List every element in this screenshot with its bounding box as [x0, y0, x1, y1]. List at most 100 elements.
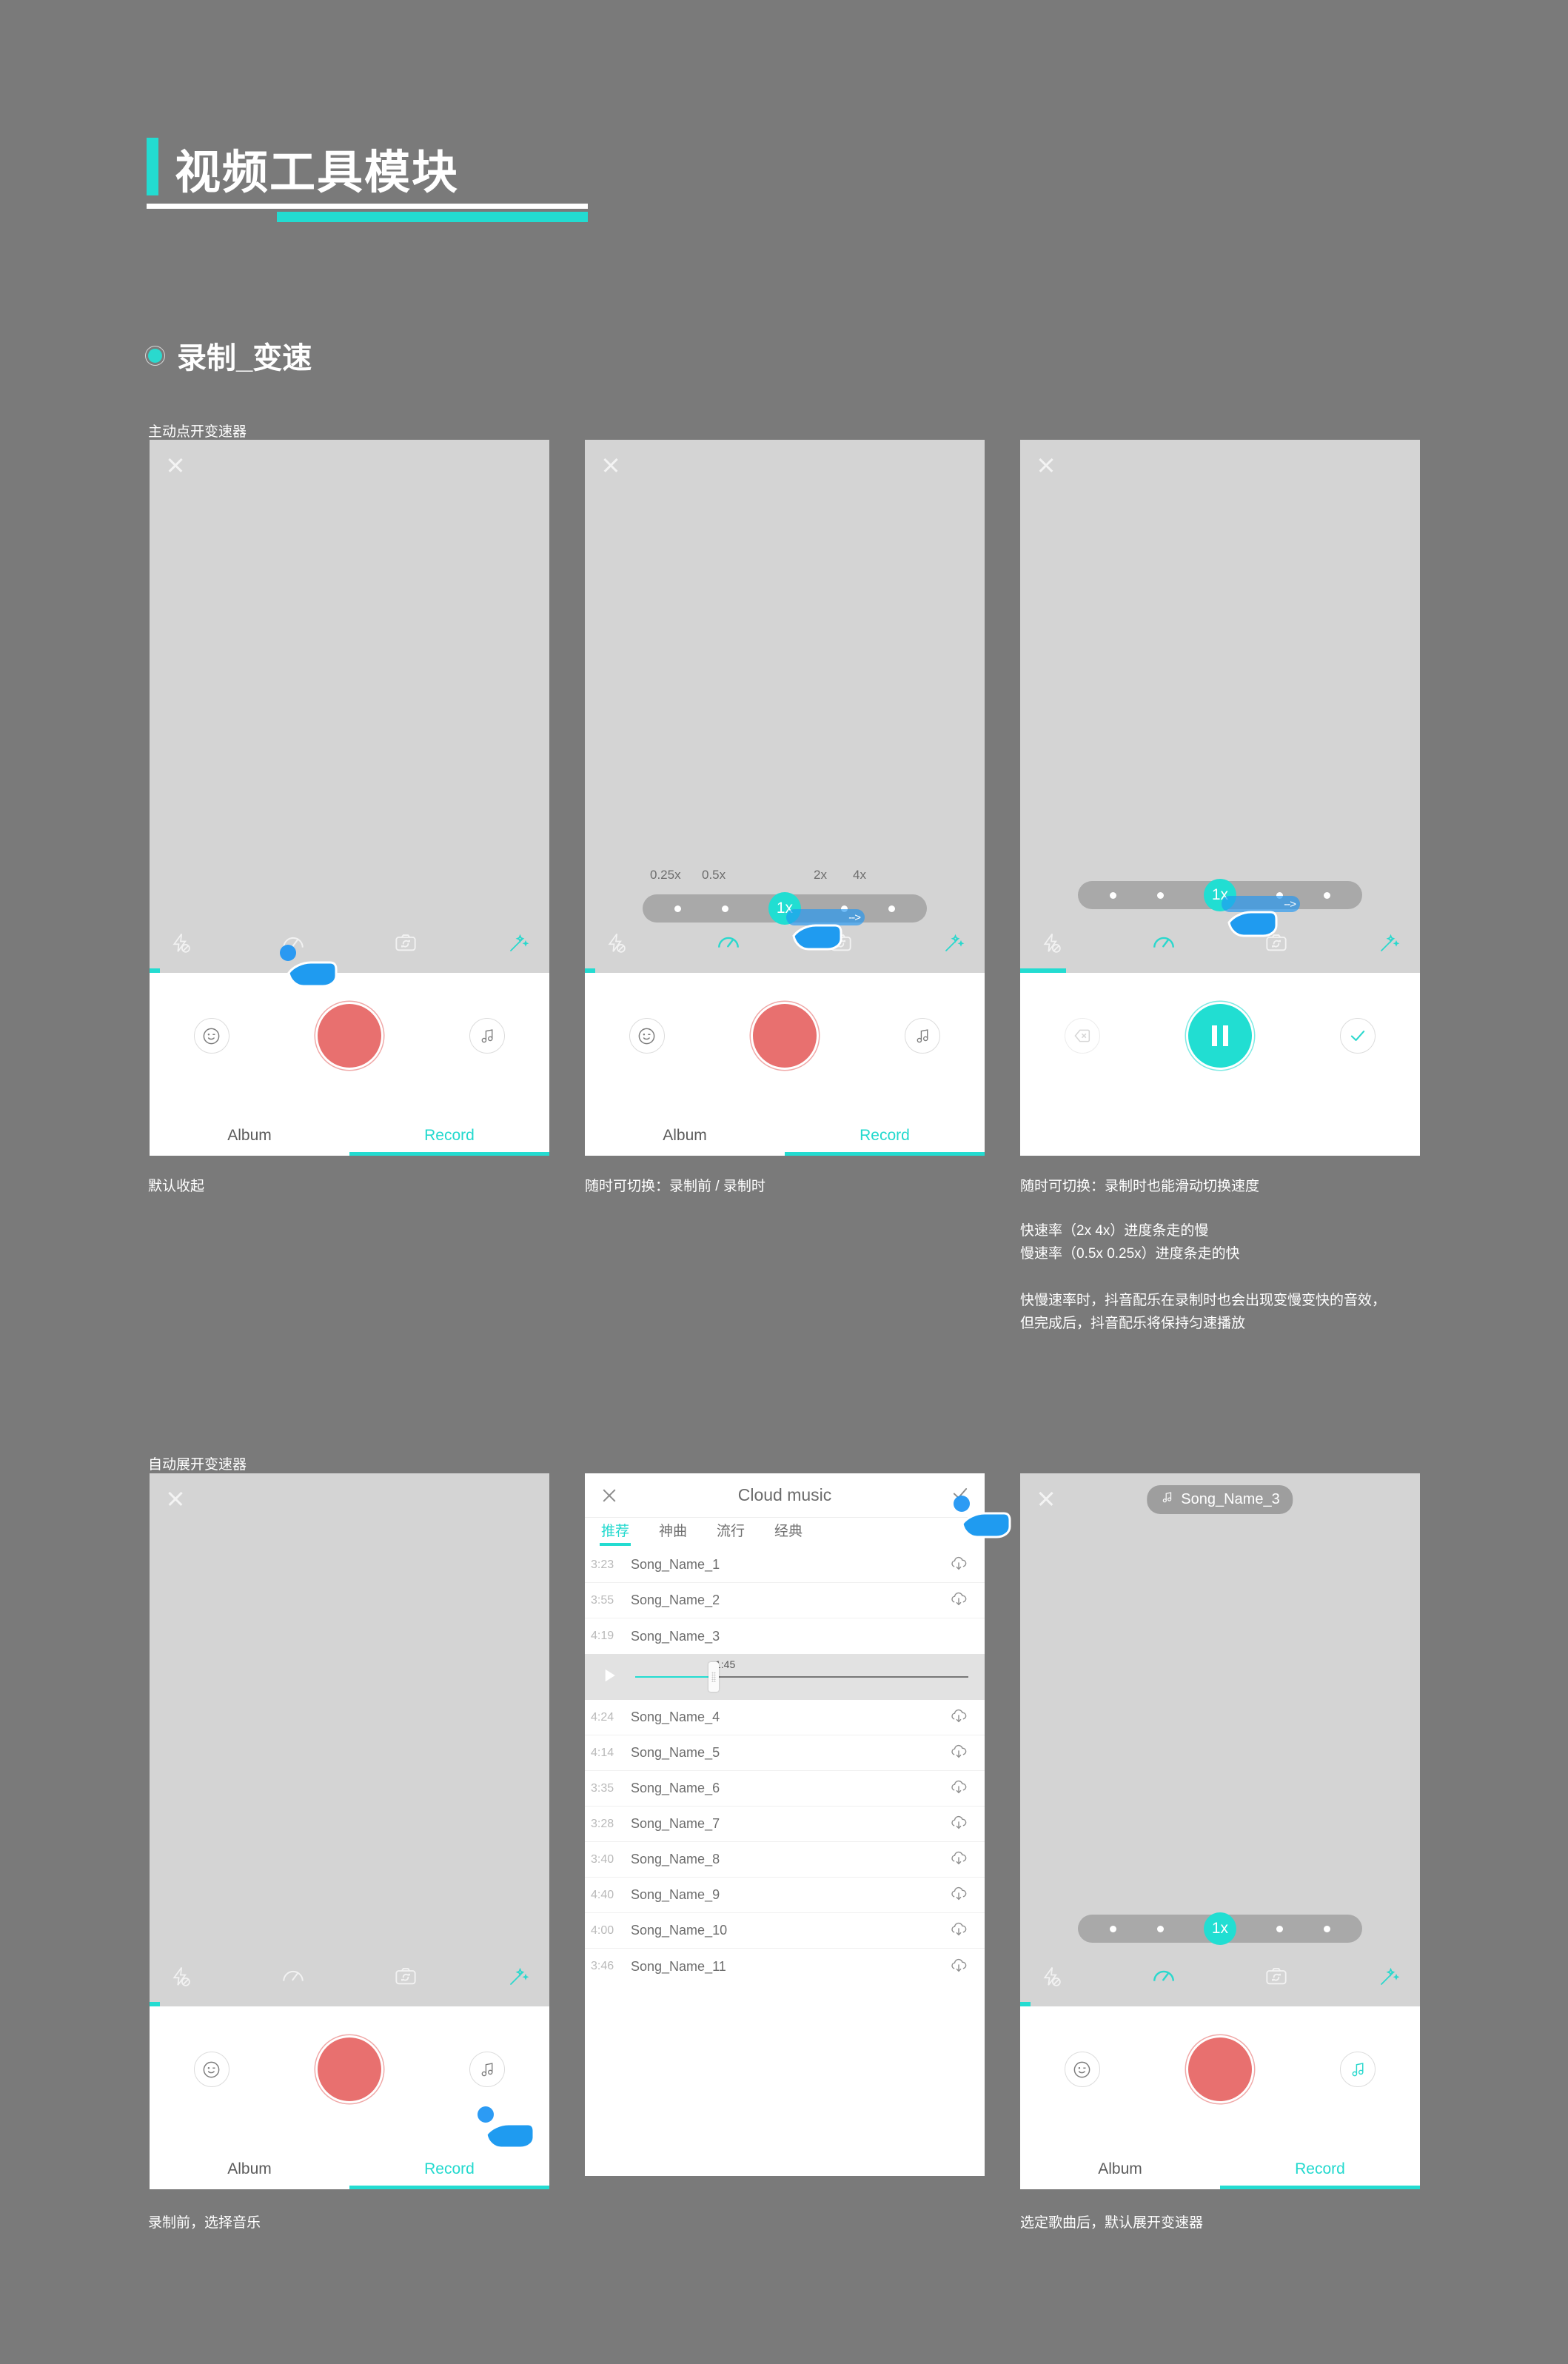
speed-dot-05x[interactable]: [721, 905, 728, 912]
speed-icon[interactable]: [714, 928, 743, 958]
speed-knob-current[interactable]: 1x: [1203, 879, 1236, 911]
sticker-button[interactable]: [193, 2052, 229, 2087]
close-icon[interactable]: [167, 456, 184, 474]
flash-off-icon[interactable]: [166, 1962, 195, 1992]
speed-dot-025x[interactable]: [674, 905, 682, 912]
speed-dot-4x[interactable]: [1323, 891, 1330, 899]
close-icon[interactable]: [602, 456, 620, 474]
speed-icon[interactable]: [1149, 928, 1179, 958]
list-item[interactable]: 4:00 Song_Name_10: [585, 1913, 985, 1949]
download-icon[interactable]: [949, 1706, 968, 1729]
magic-wand-icon[interactable]: [939, 928, 968, 958]
speed-selector-3[interactable]: 1x: [1078, 879, 1362, 911]
speed-icon[interactable]: [278, 928, 308, 958]
list-item[interactable]: 3:28 Song_Name_7: [585, 1807, 985, 1842]
speed-dot-4x[interactable]: [1323, 1925, 1330, 1932]
speed-icon[interactable]: [278, 1962, 308, 1992]
magic-wand-icon[interactable]: [503, 1962, 533, 1992]
caption-r2c1: 录制前，选择音乐: [148, 2215, 261, 2231]
list-item[interactable]: 3:35 Song_Name_6: [585, 1771, 985, 1807]
download-icon[interactable]: [949, 1848, 968, 1871]
download-icon[interactable]: [949, 1812, 968, 1835]
confirm-button[interactable]: [1340, 1018, 1376, 1054]
song-duration: 4:24: [591, 1710, 614, 1724]
tab-record[interactable]: Record: [349, 2149, 549, 2189]
list-item[interactable]: 3:55 Song_Name_2: [585, 1583, 985, 1618]
tab-album[interactable]: Album: [585, 1116, 785, 1156]
download-icon[interactable]: [949, 1589, 968, 1612]
tab-record[interactable]: Record: [1220, 2149, 1420, 2189]
speed-icon[interactable]: [1149, 1962, 1179, 1992]
close-icon[interactable]: [167, 1490, 184, 1507]
tab-album[interactable]: Album: [150, 2149, 349, 2189]
tab-recommended[interactable]: 推荐: [599, 1520, 631, 1546]
confirm-icon[interactable]: [951, 1484, 970, 1507]
camera-flip-icon[interactable]: [826, 928, 856, 958]
player-progress-knob[interactable]: [708, 1662, 719, 1692]
tab-pop[interactable]: 流行: [717, 1520, 745, 1546]
selected-song-badge[interactable]: Song_Name_3: [1147, 1485, 1293, 1514]
record-button[interactable]: [317, 2037, 381, 2101]
list-item[interactable]: 3:23 Song_Name_1: [585, 1547, 985, 1583]
flash-off-icon[interactable]: [166, 928, 195, 958]
record-button[interactable]: [752, 1004, 817, 1068]
download-icon[interactable]: [949, 1741, 968, 1764]
play-icon[interactable]: [601, 1667, 617, 1687]
list-item[interactable]: 4:24 Song_Name_4: [585, 1700, 985, 1735]
flash-off-icon[interactable]: [1036, 928, 1066, 958]
delete-clip-button[interactable]: [1064, 1018, 1100, 1054]
speed-dot-2x[interactable]: [1276, 891, 1284, 899]
pause-button[interactable]: [1187, 1004, 1252, 1068]
close-icon[interactable]: [601, 1487, 617, 1504]
close-icon[interactable]: [1037, 1490, 1055, 1507]
caption-r1c3-line1: 随时可切换：录制时也能滑动切换速度: [1020, 1179, 1260, 1194]
music-button[interactable]: [1340, 2052, 1376, 2087]
tab-album[interactable]: Album: [150, 1116, 349, 1156]
speed-knob-current[interactable]: 1x: [768, 892, 801, 925]
list-item[interactable]: 4:14 Song_Name_5: [585, 1735, 985, 1771]
magic-wand-icon[interactable]: [503, 928, 533, 958]
speed-dot-4x[interactable]: [888, 905, 895, 912]
speed-dot-025x[interactable]: [1110, 891, 1117, 899]
speed-dot-2x[interactable]: [841, 905, 848, 912]
player-progress-track[interactable]: [635, 1662, 968, 1692]
speed-dot-05x[interactable]: [1156, 891, 1164, 899]
record-button[interactable]: [317, 1004, 381, 1068]
close-icon[interactable]: [1037, 456, 1055, 474]
download-icon[interactable]: [949, 1919, 968, 1942]
music-button[interactable]: [469, 2052, 506, 2087]
tab-record[interactable]: Record: [785, 1116, 985, 1156]
speed-dot-025x[interactable]: [1110, 1925, 1117, 1932]
speed-selector-6[interactable]: 1x: [1078, 1912, 1362, 1945]
tab-divine[interactable]: 神曲: [659, 1520, 687, 1546]
download-icon[interactable]: [949, 1955, 968, 1978]
tab-classic[interactable]: 经典: [774, 1520, 803, 1546]
speed-dot-2x[interactable]: [1276, 1925, 1284, 1932]
camera-flip-icon[interactable]: [1262, 1962, 1291, 1992]
download-icon[interactable]: [949, 1553, 968, 1576]
music-button[interactable]: [905, 1018, 941, 1054]
magic-wand-icon[interactable]: [1374, 928, 1404, 958]
flash-off-icon[interactable]: [601, 928, 631, 958]
tab-album[interactable]: Album: [1020, 2149, 1220, 2189]
camera-flip-icon[interactable]: [1262, 928, 1291, 958]
record-button[interactable]: [1187, 2037, 1252, 2101]
download-icon[interactable]: [949, 1884, 968, 1906]
speed-dot-05x[interactable]: [1156, 1925, 1164, 1932]
camera-flip-icon[interactable]: [391, 928, 421, 958]
speed-selector-2[interactable]: 1x: [643, 892, 927, 925]
list-item[interactable]: 3:40 Song_Name_8: [585, 1842, 985, 1878]
tab-record[interactable]: Record: [349, 1116, 549, 1156]
music-button[interactable]: [469, 1018, 506, 1054]
list-item-selected[interactable]: 4:19 Song_Name_3: [585, 1618, 985, 1654]
speed-knob-current[interactable]: 1x: [1203, 1912, 1236, 1945]
download-icon[interactable]: [949, 1777, 968, 1800]
magic-wand-icon[interactable]: [1374, 1962, 1404, 1992]
sticker-button[interactable]: [1064, 2052, 1100, 2087]
list-item[interactable]: 4:40 Song_Name_9: [585, 1878, 985, 1913]
list-item[interactable]: 3:46 Song_Name_11: [585, 1949, 985, 1984]
camera-flip-icon[interactable]: [391, 1962, 421, 1992]
flash-off-icon[interactable]: [1036, 1962, 1066, 1992]
sticker-button[interactable]: [193, 1018, 229, 1054]
sticker-button[interactable]: [629, 1018, 665, 1054]
